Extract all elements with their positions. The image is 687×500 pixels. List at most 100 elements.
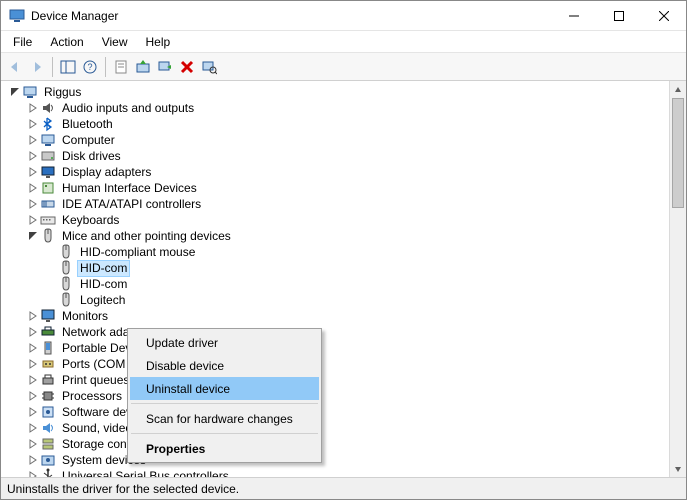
- scroll-thumb[interactable]: [672, 98, 684, 208]
- tree-toggle[interactable]: [26, 117, 40, 131]
- disable-icon: [157, 59, 173, 75]
- window-title: Device Manager: [31, 9, 551, 23]
- tree-toggle[interactable]: [26, 197, 40, 211]
- scan-hardware-button[interactable]: [199, 56, 219, 78]
- ctx-scan-hardware[interactable]: Scan for hardware changes: [130, 407, 319, 430]
- display-icon: [40, 164, 56, 180]
- menu-view[interactable]: View: [94, 33, 136, 51]
- tree-toggle[interactable]: [26, 309, 40, 323]
- vertical-scrollbar[interactable]: [669, 81, 686, 477]
- minimize-button[interactable]: [551, 1, 596, 30]
- tree-node-label: Processors: [59, 388, 125, 405]
- tree-category-14[interactable]: Processors: [4, 388, 669, 404]
- tree-toggle[interactable]: [26, 373, 40, 387]
- tree-node-label: Keyboards: [59, 212, 122, 229]
- tree-toggle[interactable]: [26, 341, 40, 355]
- tree-category-17[interactable]: Storage controllers: [4, 436, 669, 452]
- tree-toggle[interactable]: [26, 421, 40, 435]
- ctx-update-driver[interactable]: Update driver: [130, 331, 319, 354]
- help-button[interactable]: ?: [80, 56, 100, 78]
- minimize-icon: [569, 11, 579, 21]
- tree-toggle[interactable]: [26, 229, 40, 243]
- tree-category-16[interactable]: Sound, video and game controllers: [4, 420, 669, 436]
- tree-category-8[interactable]: Mice and other pointing devices: [4, 228, 669, 244]
- tree-toggle[interactable]: [8, 85, 22, 99]
- ctx-uninstall-device[interactable]: Uninstall device: [130, 377, 319, 400]
- tree-toggle[interactable]: [26, 357, 40, 371]
- tree-category-1[interactable]: Bluetooth: [4, 116, 669, 132]
- show-hide-console-tree-button[interactable]: [58, 56, 78, 78]
- mouse-icon: [58, 276, 74, 292]
- ctx-disable-device[interactable]: Disable device: [130, 354, 319, 377]
- tree-category-10[interactable]: Network ada: [4, 324, 669, 340]
- tree-toggle[interactable]: [26, 181, 40, 195]
- tree-category-15[interactable]: Software devices: [4, 404, 669, 420]
- tree-category-12[interactable]: Ports (COM &: [4, 356, 669, 372]
- software-icon: [40, 404, 56, 420]
- tree-category-7[interactable]: Keyboards: [4, 212, 669, 228]
- mouse-icon: [58, 260, 74, 276]
- tree-root[interactable]: Riggus: [4, 84, 669, 100]
- tree-category-0[interactable]: Audio inputs and outputs: [4, 100, 669, 116]
- close-button[interactable]: [641, 1, 686, 30]
- context-menu: Update driverDisable deviceUninstall dev…: [127, 328, 322, 463]
- tree-toggle[interactable]: [26, 453, 40, 467]
- tree-category-4[interactable]: Display adapters: [4, 164, 669, 180]
- scroll-up-button[interactable]: [670, 81, 686, 98]
- bluetooth-icon: [40, 116, 56, 132]
- main-panel: RiggusAudio inputs and outputsBluetoothC…: [1, 81, 686, 477]
- tree-node-label: Human Interface Devices: [59, 180, 200, 197]
- toolbar-separator: [105, 57, 106, 77]
- tree-category-13[interactable]: Print queues: [4, 372, 669, 388]
- update-driver-button[interactable]: [133, 56, 153, 78]
- forward-button: [27, 56, 47, 78]
- tree-node-label: Network ada: [59, 324, 132, 341]
- tree-category-11[interactable]: Portable Dev: [4, 340, 669, 356]
- uninstall-icon: [179, 59, 195, 75]
- device-manager-window: Device Manager File Action View Help ? R…: [0, 0, 687, 500]
- properties-icon: [113, 59, 129, 75]
- tree-node-label: Riggus: [41, 84, 84, 101]
- tree-category-9[interactable]: Monitors: [4, 308, 669, 324]
- maximize-button[interactable]: [596, 1, 641, 30]
- device-tree[interactable]: RiggusAudio inputs and outputsBluetoothC…: [1, 81, 669, 477]
- tree-toggle[interactable]: [26, 213, 40, 227]
- tree-toggle[interactable]: [26, 149, 40, 163]
- toolbar: ?: [1, 53, 686, 81]
- menu-file[interactable]: File: [5, 33, 40, 51]
- tree-toggle[interactable]: [26, 469, 40, 477]
- tree-category-6[interactable]: IDE ATA/ATAPI controllers: [4, 196, 669, 212]
- svg-text:?: ?: [87, 62, 92, 72]
- scroll-track[interactable]: [670, 208, 686, 460]
- tree-spacer: [44, 261, 58, 275]
- tree-device-8-2[interactable]: HID-com: [4, 276, 669, 292]
- disable-device-button[interactable]: [155, 56, 175, 78]
- monitor-icon: [40, 308, 56, 324]
- context-menu-separator: [131, 403, 318, 404]
- tree-category-2[interactable]: Computer: [4, 132, 669, 148]
- scroll-down-button[interactable]: [670, 460, 686, 477]
- tree-toggle[interactable]: [26, 325, 40, 339]
- tree-device-8-1[interactable]: HID-com: [4, 260, 669, 276]
- menu-action[interactable]: Action: [42, 33, 91, 51]
- tree-category-3[interactable]: Disk drives: [4, 148, 669, 164]
- menubar: File Action View Help: [1, 31, 686, 53]
- menu-help[interactable]: Help: [138, 33, 179, 51]
- tree-toggle[interactable]: [26, 133, 40, 147]
- tree-toggle[interactable]: [26, 101, 40, 115]
- maximize-icon: [614, 11, 624, 21]
- uninstall-device-button[interactable]: [177, 56, 197, 78]
- tree-pane-icon: [60, 59, 76, 75]
- tree-device-8-0[interactable]: HID-compliant mouse: [4, 244, 669, 260]
- properties-button[interactable]: [111, 56, 131, 78]
- tree-toggle[interactable]: [26, 405, 40, 419]
- tree-category-19[interactable]: Universal Serial Bus controllers: [4, 468, 669, 477]
- tree-category-18[interactable]: System devices: [4, 452, 669, 468]
- tree-device-8-3[interactable]: Logitech: [4, 292, 669, 308]
- tree-toggle[interactable]: [26, 165, 40, 179]
- tree-toggle[interactable]: [26, 437, 40, 451]
- storage-icon: [40, 436, 56, 452]
- tree-toggle[interactable]: [26, 389, 40, 403]
- ctx-properties[interactable]: Properties: [130, 437, 319, 460]
- tree-category-5[interactable]: Human Interface Devices: [4, 180, 669, 196]
